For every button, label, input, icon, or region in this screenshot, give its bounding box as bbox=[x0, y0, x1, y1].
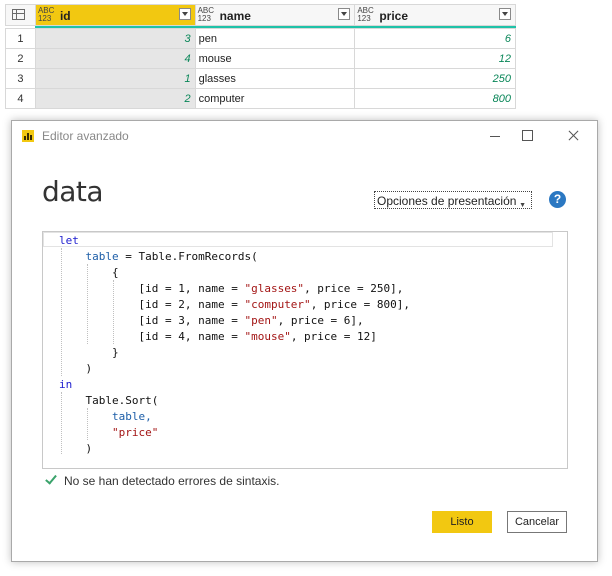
cancel-button[interactable]: Cancelar bbox=[507, 511, 567, 533]
row-number: 4 bbox=[5, 88, 36, 109]
type-any-icon: ABC 123 bbox=[37, 6, 55, 23]
table-row[interactable]: 4 2 computer 800 bbox=[5, 88, 516, 109]
row-number: 2 bbox=[5, 48, 36, 69]
cell-name[interactable]: glasses bbox=[194, 68, 356, 89]
row-number: 1 bbox=[5, 28, 36, 49]
table-row[interactable]: 2 4 mouse 12 bbox=[5, 48, 516, 69]
cell-price[interactable]: 12 bbox=[354, 48, 516, 69]
column-name: id bbox=[59, 9, 71, 23]
code-token: } bbox=[111, 346, 119, 359]
cell-id[interactable]: 1 bbox=[34, 68, 196, 89]
cell-name[interactable]: computer bbox=[194, 88, 356, 109]
dialog-titlebar[interactable]: Editor avanzado bbox=[12, 121, 597, 151]
table-row[interactable]: 3 1 glasses 250 bbox=[5, 68, 516, 89]
maximize-button[interactable] bbox=[516, 127, 538, 145]
maximize-icon bbox=[522, 130, 533, 141]
cell-name[interactable]: pen bbox=[194, 28, 356, 49]
cell-id[interactable]: 3 bbox=[34, 28, 196, 49]
code-token: "pen" bbox=[244, 314, 278, 327]
code-token: , price = 12] bbox=[290, 330, 377, 343]
code-token: "glasses" bbox=[244, 282, 305, 295]
display-options-label: Opciones de presentación bbox=[377, 194, 517, 208]
column-filter-dropdown[interactable] bbox=[338, 8, 351, 20]
minimize-button[interactable] bbox=[484, 127, 506, 145]
row-number: 3 bbox=[5, 68, 36, 89]
code-token: { bbox=[111, 266, 119, 279]
code-token: let bbox=[59, 234, 79, 247]
powerbi-icon bbox=[22, 130, 34, 142]
code-token: "computer" bbox=[244, 298, 311, 311]
check-icon bbox=[44, 473, 58, 487]
code-token: [id = 2, name = bbox=[138, 298, 245, 311]
syntax-status: No se han detectado errores de sintaxis. bbox=[44, 473, 279, 488]
query-name: data bbox=[42, 175, 104, 208]
code-token: [id = 4, name = bbox=[138, 330, 245, 343]
type-any-icon: ABC 123 bbox=[357, 6, 374, 23]
cell-name[interactable]: mouse bbox=[194, 48, 356, 69]
minimize-icon bbox=[490, 136, 500, 137]
help-icon[interactable]: ? bbox=[549, 191, 566, 208]
code-editor[interactable]: let table = Table.FromRecords( { [id = 1… bbox=[42, 231, 568, 469]
cell-price[interactable]: 800 bbox=[354, 88, 516, 109]
cell-price[interactable]: 250 bbox=[354, 68, 516, 89]
code-token: in bbox=[59, 378, 73, 391]
column-filter-dropdown[interactable] bbox=[178, 8, 191, 20]
column-name: name bbox=[219, 9, 251, 23]
code-token: [id = 1, name = bbox=[138, 282, 245, 295]
chevron-down-icon: ▼ bbox=[519, 202, 526, 209]
grid-header-row: ABC 123 id ABC 123 name ABC 123 price bbox=[5, 4, 516, 26]
code-token: , price = 800], bbox=[310, 298, 411, 311]
table-row[interactable]: 1 3 pen 6 bbox=[5, 28, 516, 49]
column-header-price[interactable]: ABC 123 price bbox=[354, 4, 516, 26]
code-token: ) bbox=[85, 362, 93, 375]
data-grid: ABC 123 id ABC 123 name ABC 123 price 1 3 p… bbox=[5, 4, 516, 109]
dialog-title: Editor avanzado bbox=[42, 129, 129, 143]
editor-scrollbar[interactable] bbox=[552, 232, 567, 247]
code-token: ) bbox=[85, 442, 93, 455]
advanced-editor-dialog: Editor avanzado data Opciones de present… bbox=[11, 120, 598, 562]
type-any-icon: ABC 123 bbox=[197, 6, 215, 23]
code-token: table, bbox=[111, 410, 152, 423]
code-token: , price = 250], bbox=[304, 282, 404, 295]
table-menu-button[interactable] bbox=[5, 4, 36, 26]
cell-price[interactable]: 6 bbox=[354, 28, 516, 49]
done-button[interactable]: Listo bbox=[432, 511, 492, 533]
cell-id[interactable]: 2 bbox=[34, 88, 196, 109]
column-header-id[interactable]: ABC 123 id bbox=[34, 4, 196, 26]
cell-id[interactable]: 4 bbox=[34, 48, 196, 69]
m-code: let table = Table.FromRecords( { [id = 1… bbox=[59, 233, 410, 457]
code-token: , price = 6], bbox=[277, 314, 364, 327]
code-token: "price" bbox=[111, 426, 159, 439]
close-button[interactable] bbox=[562, 127, 584, 145]
table-icon bbox=[12, 9, 25, 20]
code-token: table bbox=[85, 250, 119, 263]
code-token: Table.Sort( bbox=[85, 394, 159, 407]
syntax-status-text: No se han detectado errores de sintaxis. bbox=[64, 474, 280, 488]
code-token: [id = 3, name = bbox=[138, 314, 245, 327]
code-token: = Table.FromRecords( bbox=[118, 250, 258, 263]
column-filter-dropdown[interactable] bbox=[499, 8, 511, 20]
display-options-dropdown[interactable]: Opciones de presentación ▼ bbox=[374, 191, 532, 209]
column-name: price bbox=[379, 9, 408, 23]
code-token: "mouse" bbox=[244, 330, 291, 343]
column-header-name[interactable]: ABC 123 name bbox=[194, 4, 356, 26]
